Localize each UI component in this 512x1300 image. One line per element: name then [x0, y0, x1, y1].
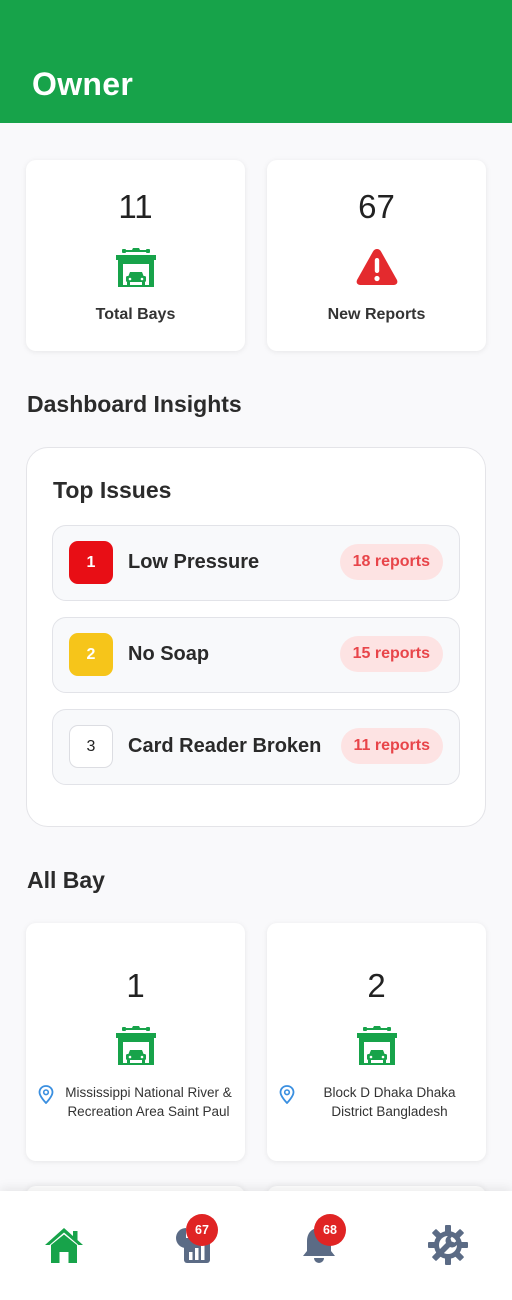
total-bays-count: 11: [118, 188, 153, 225]
new-reports-label: New Reports: [327, 306, 426, 323]
total-bays-card[interactable]: 11 Total Bays: [26, 160, 245, 351]
nav-reports-button[interactable]: 67: [166, 1214, 222, 1271]
bay-card[interactable]: 2 Block D Dhaka Dhaka District Banglades…: [267, 923, 486, 1161]
bay-address: Mississippi National River & Recreation …: [65, 1085, 232, 1119]
issue-rank-badge: 1: [69, 541, 113, 584]
issue-report-count: 18 reports: [339, 544, 443, 580]
bottom-nav: 67 68: [0, 1191, 512, 1300]
nav-notifications-button[interactable]: 68: [291, 1214, 347, 1271]
issue-name: Low Pressure: [128, 551, 260, 573]
bay-card[interactable]: 1 Mississippi National River & Recreatio…: [26, 923, 245, 1161]
location-pin-icon: [279, 1085, 295, 1104]
issue-row[interactable]: 3 Card Reader Broken 11 reports: [52, 709, 460, 785]
home-icon: [45, 1228, 83, 1263]
top-issues-card: Top Issues 1 Low Pressure 18 reports 2 N…: [26, 447, 486, 827]
all-bay-heading: All Bay: [27, 867, 105, 893]
garage-icon: [115, 1026, 156, 1065]
bay-number: 2: [367, 967, 386, 1004]
dashboard-insights-heading: Dashboard Insights: [27, 391, 242, 417]
reports-count-badge: 67: [186, 1214, 218, 1246]
app-header: Owner: [0, 0, 512, 123]
notifications-count-badge: 68: [314, 1214, 346, 1246]
issue-rank-badge: 2: [69, 633, 113, 676]
issue-rank-badge: 3: [69, 725, 113, 768]
issue-row[interactable]: 2 No Soap 15 reports: [52, 617, 460, 693]
top-issues-title: Top Issues: [53, 477, 172, 503]
issue-name: No Soap: [128, 643, 210, 665]
bay-number: 1: [126, 967, 145, 1004]
issue-row[interactable]: 1 Low Pressure 18 reports: [52, 525, 460, 601]
new-reports-card[interactable]: 67 New Reports: [267, 160, 486, 351]
nav-home-button[interactable]: [36, 1221, 92, 1271]
bay-address: Block D Dhaka Dhaka District Bangladesh: [323, 1085, 456, 1119]
warning-icon: [356, 249, 397, 285]
total-bays-label: Total Bays: [95, 306, 176, 323]
garage-icon: [115, 248, 156, 287]
new-reports-count: 67: [358, 188, 395, 225]
nav-settings-button[interactable]: [420, 1221, 476, 1271]
garage-icon: [356, 1026, 397, 1065]
settings-wrench-icon: [428, 1225, 468, 1265]
location-pin-icon: [38, 1085, 54, 1104]
issue-name: Card Reader Broken: [128, 735, 322, 757]
issue-report-count: 15 reports: [339, 636, 443, 672]
page-title: Owner: [32, 66, 134, 102]
issue-report-count: 11 reports: [340, 728, 443, 764]
